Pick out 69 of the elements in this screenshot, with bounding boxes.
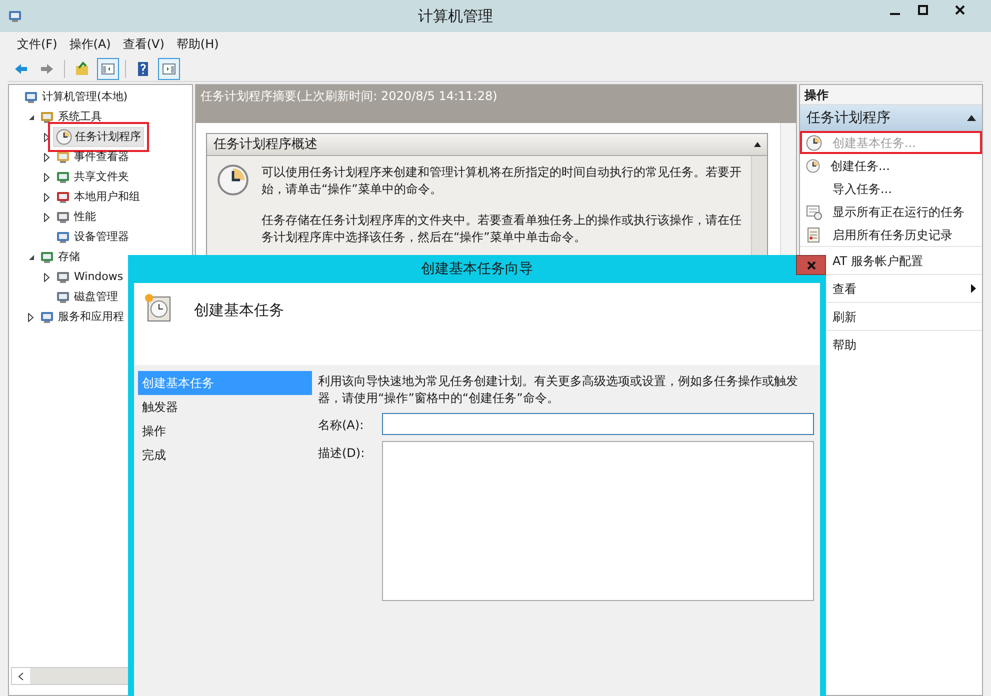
actions-header: 操作 bbox=[800, 85, 982, 105]
clock-icon bbox=[217, 164, 250, 196]
collapsed-arrow-icon[interactable] bbox=[44, 272, 50, 282]
dialog-title: 创建基本任务向导 bbox=[421, 260, 533, 278]
action-item[interactable]: 创建任务... bbox=[800, 154, 982, 177]
submenu-arrow-icon bbox=[971, 284, 976, 293]
tree-item[interactable]: 磁盘管理 bbox=[53, 287, 120, 307]
description-field[interactable] bbox=[382, 441, 814, 601]
close-icon bbox=[806, 260, 816, 270]
menu-item[interactable]: 帮助(H) bbox=[171, 35, 224, 53]
tree-item[interactable]: 计算机管理(本地) bbox=[21, 87, 130, 107]
wizard-intro: 利用该向导快速地为常见任务创建计划。有关更多高级选项或设置，例如多任务操作或触发器，请使用“操作”窗格中的“创建任务”命令。 bbox=[318, 373, 799, 407]
tree-item[interactable]: 系统工具 bbox=[37, 107, 104, 127]
tree-item[interactable]: 性能 bbox=[53, 207, 98, 227]
tree-item[interactable]: 存储 bbox=[37, 247, 82, 267]
overview-text: 可以使用任务计划程序来创建和管理计算机将在所指定的时间自动执行的常见任务。若要开始，请单击“操作”菜单中的命令。 bbox=[261, 164, 742, 198]
menu-item[interactable]: 文件(F) bbox=[12, 35, 62, 53]
action-item[interactable]: 显示所有正在运行的任务 bbox=[800, 200, 982, 223]
collapsed-arrow-icon[interactable] bbox=[44, 212, 50, 222]
wizard-step[interactable]: 完成 bbox=[138, 443, 312, 467]
collapsed-arrow-icon[interactable] bbox=[44, 132, 50, 142]
clock-icon bbox=[806, 158, 820, 172]
toolbar-button[interactable] bbox=[158, 58, 180, 80]
collapsed-arrow-icon[interactable] bbox=[28, 312, 34, 322]
tree-item[interactable]: 设备管理器 bbox=[53, 227, 131, 247]
overview-text: 任务存储在任务计划程序库的文件夹中。若要查看单独任务上的操作或执行该操作，请在任务计划程序库中选择该任务，然后在“操作”菜单中单击命令。 bbox=[261, 212, 742, 246]
wizard-step[interactable]: 触发器 bbox=[138, 395, 312, 419]
expanded-arrow-icon[interactable] bbox=[28, 114, 34, 120]
menu-item[interactable]: 查看(V) bbox=[118, 35, 170, 53]
action-item[interactable]: 启用所有任务历史记录 bbox=[800, 223, 982, 246]
action-item[interactable]: 导入任务... bbox=[800, 177, 982, 200]
tree-item[interactable]: 共享文件夹 bbox=[53, 167, 131, 187]
menu-item[interactable]: 操作(A) bbox=[64, 35, 116, 53]
maximize-icon bbox=[918, 5, 928, 15]
window-title: 计算机管理 bbox=[417, 6, 494, 27]
action-pane-icon bbox=[161, 60, 177, 76]
wizard-step[interactable]: 操作 bbox=[138, 419, 312, 443]
close-icon bbox=[955, 5, 965, 15]
wizard-heading: 创建基本任务 bbox=[194, 300, 284, 321]
section-title: 任务计划程序 bbox=[806, 108, 890, 128]
tree-item[interactable]: 服务和应用程 bbox=[37, 307, 126, 327]
field-label: 描述(D): bbox=[318, 445, 366, 462]
actions-section-header[interactable]: 任务计划程序 bbox=[800, 105, 982, 131]
computer-icon bbox=[23, 89, 39, 105]
name-field[interactable] bbox=[382, 413, 814, 435]
action-item[interactable]: 查看 bbox=[800, 277, 982, 300]
tree-item[interactable]: 本地用户和组 bbox=[53, 187, 142, 207]
expanded-arrow-icon[interactable] bbox=[28, 254, 34, 260]
toolbar-button[interactable] bbox=[97, 58, 119, 80]
collapsed-arrow-icon[interactable] bbox=[44, 192, 50, 202]
collapsed-arrow-icon[interactable] bbox=[44, 152, 50, 162]
minimize-icon bbox=[890, 13, 900, 15]
history-log-icon bbox=[806, 226, 822, 242]
collapse-icon[interactable] bbox=[754, 142, 762, 147]
task-list-icon bbox=[806, 204, 822, 220]
computer-icon bbox=[7, 8, 23, 24]
help-icon bbox=[135, 60, 151, 76]
collapse-icon[interactable] bbox=[967, 115, 976, 121]
section-title: 任务计划程序概述 bbox=[213, 136, 318, 154]
tree-pane-icon bbox=[100, 60, 116, 76]
tree-item[interactable]: 事件查看器 bbox=[53, 147, 131, 167]
summary-header: 任务计划程序摘要(上次刷新时间: 2020/8/5 14:11:28) bbox=[196, 85, 796, 123]
scroll-left-icon bbox=[18, 672, 24, 680]
computer-icon bbox=[39, 309, 55, 325]
collapsed-arrow-icon[interactable] bbox=[44, 172, 50, 182]
field-label: 名称(A): bbox=[318, 417, 365, 434]
clock-icon bbox=[56, 129, 72, 145]
tree-item[interactable]: Windows bbox=[53, 267, 126, 287]
folder-up-icon bbox=[74, 60, 90, 76]
